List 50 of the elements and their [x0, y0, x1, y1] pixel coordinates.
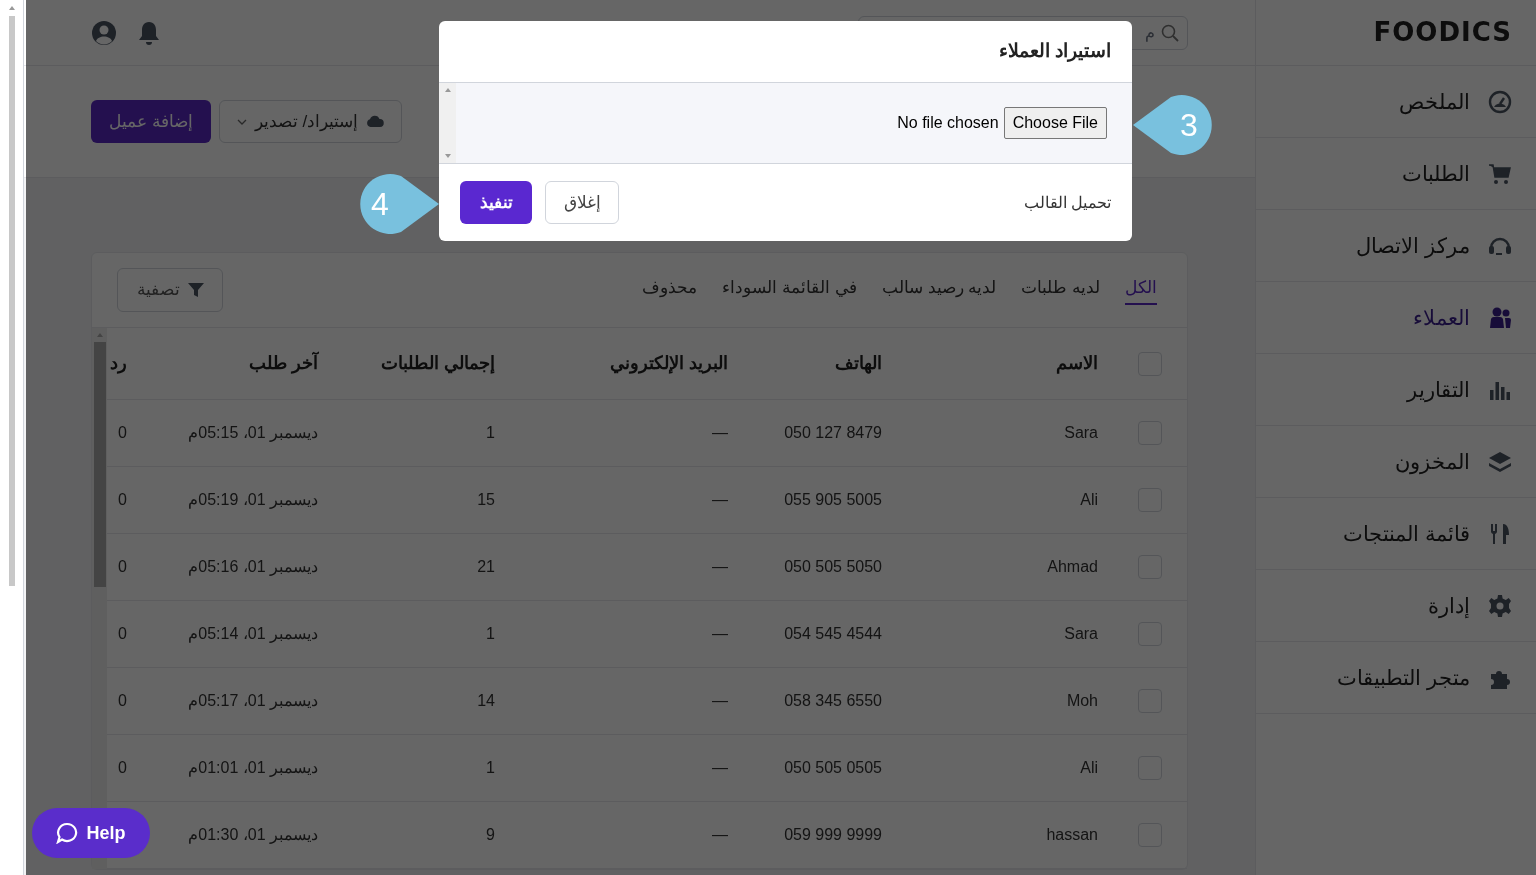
table-cell-text: 050 127 8479 — [784, 423, 882, 443]
table-cell-text: ديسمبر 01، 05:17م — [188, 691, 318, 712]
column-header: آخر طلب — [249, 350, 318, 376]
column-header: الهاتف — [835, 352, 882, 376]
file-status: No file chosen — [897, 113, 999, 133]
table-cell-text: Sara — [1064, 624, 1098, 644]
table-cell-text: 21 — [477, 557, 495, 577]
table-cell-text: ديسمبر 01، 01:30م — [188, 825, 318, 846]
table-cell-text: 14 — [477, 691, 495, 711]
table-cell-text: 059 999 9999 — [784, 825, 882, 845]
table-cell-text: 0 — [118, 423, 127, 443]
table-cell-text: ديسمبر 01، 05:19م — [188, 490, 318, 511]
logo: FOODICS — [1373, 16, 1512, 49]
table-cell-text: 0 — [118, 758, 127, 778]
table-cell-text: 1 — [486, 758, 495, 778]
column-header: رد — [110, 352, 127, 376]
column-header: إجمالي الطلبات — [381, 352, 495, 376]
table-cell-text: 1 — [486, 624, 495, 644]
table-cell-text: Moh — [1066, 691, 1098, 711]
table-cell-text: — — [712, 624, 728, 644]
table-cell-text: ديسمبر 01، 05:14م — [188, 624, 318, 645]
table-cell-text: 050 505 0505 — [784, 758, 882, 778]
table-cell-text: ديسمبر 01، 05:16م — [188, 557, 318, 578]
table-cell-text: 15 — [477, 490, 495, 510]
table-cell-text: hassan — [1046, 825, 1098, 845]
table-cell-text: ديسمبر 01، 01:01م — [188, 758, 318, 779]
table-cell-text: 054 545 4544 — [784, 624, 882, 644]
table-cell-text: — — [712, 691, 728, 711]
table-cell-text: 055 905 5005 — [784, 490, 882, 510]
table-cell-text: Ali — [1080, 490, 1098, 510]
table-cell-text: — — [712, 758, 728, 778]
table-cell-text: Ahmad — [1047, 557, 1098, 577]
table-cell-text: 0 — [118, 624, 127, 644]
table-cell-text: Ali — [1080, 758, 1098, 778]
table-cell-text: — — [712, 490, 728, 510]
table-cell-text: — — [712, 423, 728, 443]
table-cell-text: Sara — [1064, 423, 1098, 443]
table-cell-text: 050 505 5050 — [784, 557, 882, 577]
modal-title: استيراد العملاء — [998, 39, 1111, 64]
column-header: البريد الإلكتروني — [610, 352, 728, 376]
table-cell-text: 0 — [118, 557, 127, 577]
table-cell-text: — — [712, 825, 728, 845]
table-cell-text: 0 — [118, 691, 127, 711]
column-header: الاسم — [1056, 352, 1098, 376]
table-cell-text: — — [712, 557, 728, 577]
table-cell-text: 1 — [486, 423, 495, 443]
table-cell-text: 058 345 6550 — [784, 691, 882, 711]
table-cell-text: 0 — [118, 490, 127, 510]
table-cell-text: ديسمبر 01، 05:15م — [188, 423, 318, 444]
table-cell-text: 9 — [486, 825, 495, 845]
